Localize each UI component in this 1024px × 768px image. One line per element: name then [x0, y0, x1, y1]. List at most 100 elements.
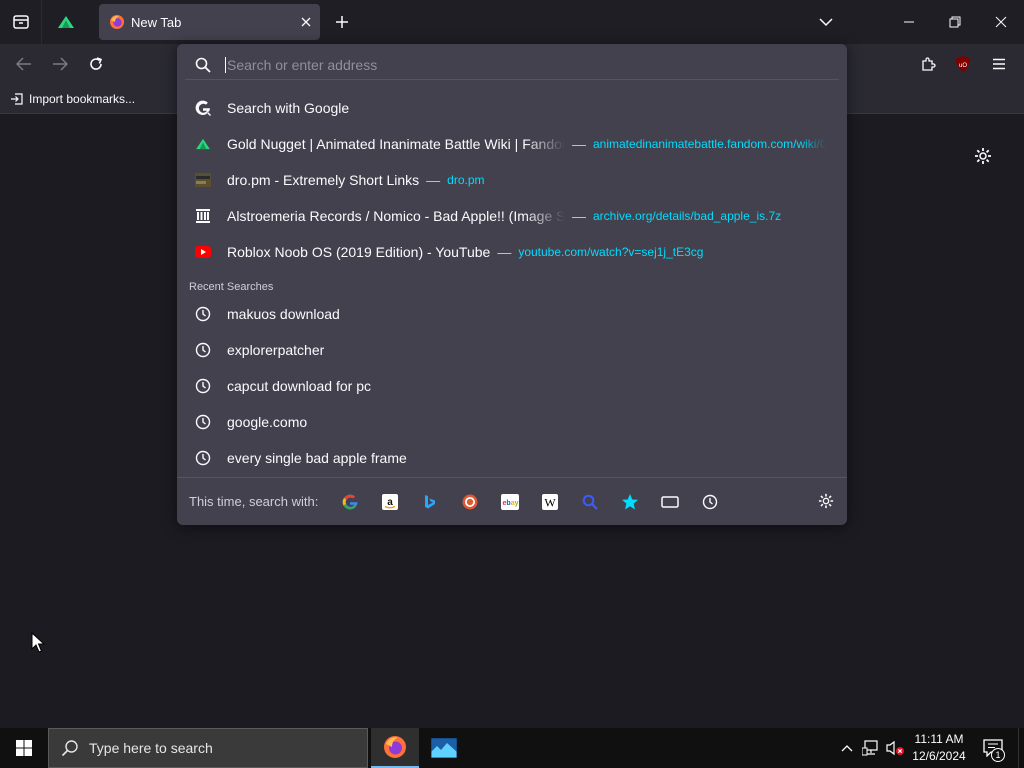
recent-search-label: google.como [227, 414, 308, 430]
start-button[interactable] [0, 728, 48, 768]
recent-search-result[interactable]: capcut download for pc [177, 368, 847, 404]
recent-search-result[interactable]: explorerpatcher [177, 332, 847, 368]
wikipedia-icon[interactable]: W [530, 488, 570, 516]
taskbar-clock[interactable]: 11:11 AM 12/6/2024 [906, 731, 972, 765]
one-off-label: This time, search with: [189, 494, 319, 509]
hamburger-menu-icon [993, 58, 1005, 70]
urlbar-input-row [185, 50, 839, 80]
fandom-favicon [194, 135, 212, 153]
bing-icon[interactable] [410, 488, 450, 516]
svg-text:a: a [388, 497, 394, 508]
network-icon [862, 740, 878, 756]
action-center-button[interactable]: 1 [978, 734, 1008, 762]
duckduckgo-icon[interactable] [450, 488, 490, 516]
tab-new-tab[interactable]: New Tab [99, 4, 320, 40]
history-result[interactable]: dro.pm - Extremely Short Links — dro.pm [177, 162, 847, 198]
result-separator: — [426, 172, 441, 188]
firefox-icon [110, 15, 124, 29]
chevron-up-icon [841, 745, 853, 752]
customize-new-tab-button[interactable] [970, 143, 996, 169]
forward-arrow-icon [53, 57, 68, 71]
recent-search-label: every single bad apple frame [227, 450, 407, 466]
clock-icon [194, 449, 212, 467]
notification-count: 1 [991, 748, 1005, 762]
minimize-button[interactable] [886, 0, 932, 44]
svg-text:ebay: ebay [503, 500, 519, 507]
archive-org-favicon [194, 207, 212, 225]
close-icon [995, 16, 1007, 28]
taskbar-search-placeholder: Type here to search [89, 740, 213, 756]
amazon-icon[interactable]: a [370, 488, 410, 516]
search-icon [61, 740, 78, 757]
show-desktop-button[interactable] [1018, 728, 1024, 768]
chevron-down-icon [819, 18, 833, 27]
import-bookmarks-button[interactable]: Import bookmarks... [10, 89, 135, 109]
volume-muted-icon [886, 740, 904, 756]
ebay-icon[interactable]: ebay [490, 488, 530, 516]
history-result-title: dro.pm - Extremely Short Links [227, 172, 420, 188]
history-result[interactable]: Roblox Noob OS (2019 Edition) - YouTube … [177, 234, 847, 270]
forward-button[interactable] [44, 48, 76, 80]
search-with-google-result[interactable]: Search with Google [177, 90, 847, 126]
youtube-favicon [194, 243, 212, 261]
bookmarks-star-icon[interactable] [610, 488, 650, 516]
recent-searches-heading: Recent Searches [189, 281, 274, 293]
import-bookmarks-label: Import bookmarks... [29, 92, 136, 106]
history-result[interactable]: Alstroemeria Records / Nomico - Bad Appl… [177, 198, 847, 234]
volume-status[interactable] [884, 728, 906, 768]
new-tab-button[interactable] [328, 8, 356, 36]
one-off-search-buttons: This time, search with: a ebay W [177, 477, 847, 525]
recent-search-result[interactable]: makuos download [177, 296, 847, 332]
history-result-title: Alstroemeria Records / Nomico - Bad Appl… [227, 208, 565, 224]
restore-button[interactable] [932, 0, 978, 44]
network-status[interactable] [860, 728, 882, 768]
animatedinanimatebattle-icon [58, 16, 74, 28]
pinned-tab[interactable] [46, 6, 86, 38]
search-settings-button[interactable] [813, 488, 839, 514]
result-separator: — [572, 208, 586, 224]
result-separator: — [572, 136, 586, 152]
gear-icon [818, 493, 834, 509]
ublock-origin-icon: uO [956, 56, 970, 72]
search-icon[interactable] [570, 488, 610, 516]
close-window-button[interactable] [978, 0, 1024, 44]
taskbar-firefox[interactable] [371, 728, 419, 768]
extensions-button[interactable] [912, 48, 944, 80]
import-icon [11, 93, 23, 105]
google-icon[interactable] [330, 488, 370, 516]
restore-icon [949, 16, 961, 28]
reload-button[interactable] [80, 48, 112, 80]
google-icon [194, 99, 212, 117]
recent-search-result[interactable]: google.como [177, 404, 847, 440]
svg-text:uO: uO [959, 63, 967, 69]
tab-close-button[interactable] [292, 8, 320, 36]
tabs-icon[interactable] [650, 488, 690, 516]
ublock-origin-button[interactable]: uO [947, 48, 979, 80]
history-result[interactable]: Gold Nugget | Animated Inanimate Battle … [177, 126, 847, 162]
history-result-url: youtube.com/watch?v=sej1j_tE3cg [518, 245, 704, 259]
urlbar-input[interactable] [225, 56, 785, 73]
back-arrow-icon [16, 57, 31, 71]
back-button[interactable] [8, 48, 40, 80]
app-menu-button[interactable] [983, 48, 1015, 80]
firefox-icon [384, 736, 406, 758]
firefox-view-button[interactable] [0, 0, 42, 44]
taskbar-search-box[interactable]: Type here to search [48, 728, 368, 768]
history-clock-icon[interactable] [690, 488, 730, 516]
photo-app-icon [431, 738, 457, 758]
firefox-view-icon [12, 15, 29, 29]
taskbar-app-2[interactable] [420, 728, 468, 768]
clock-icon [194, 305, 212, 323]
windows-logo-icon [16, 740, 32, 756]
urlbar-dropdown: Search with Google Gold Nugget | Animate… [177, 44, 847, 525]
history-result-title: Roblox Noob OS (2019 Edition) - YouTube [227, 244, 491, 260]
clock-icon [194, 377, 212, 395]
list-all-tabs-button[interactable] [812, 8, 840, 36]
gear-icon [975, 148, 991, 164]
history-result-url: animatedinanimatebattle.fandom.com/wiki/… [593, 137, 827, 151]
recent-search-result[interactable]: every single bad apple frame [177, 440, 847, 476]
show-hidden-icons-button[interactable] [838, 728, 856, 768]
dropm-favicon [194, 171, 212, 189]
clock-icon [194, 341, 212, 359]
svg-text:W: W [545, 495, 557, 509]
